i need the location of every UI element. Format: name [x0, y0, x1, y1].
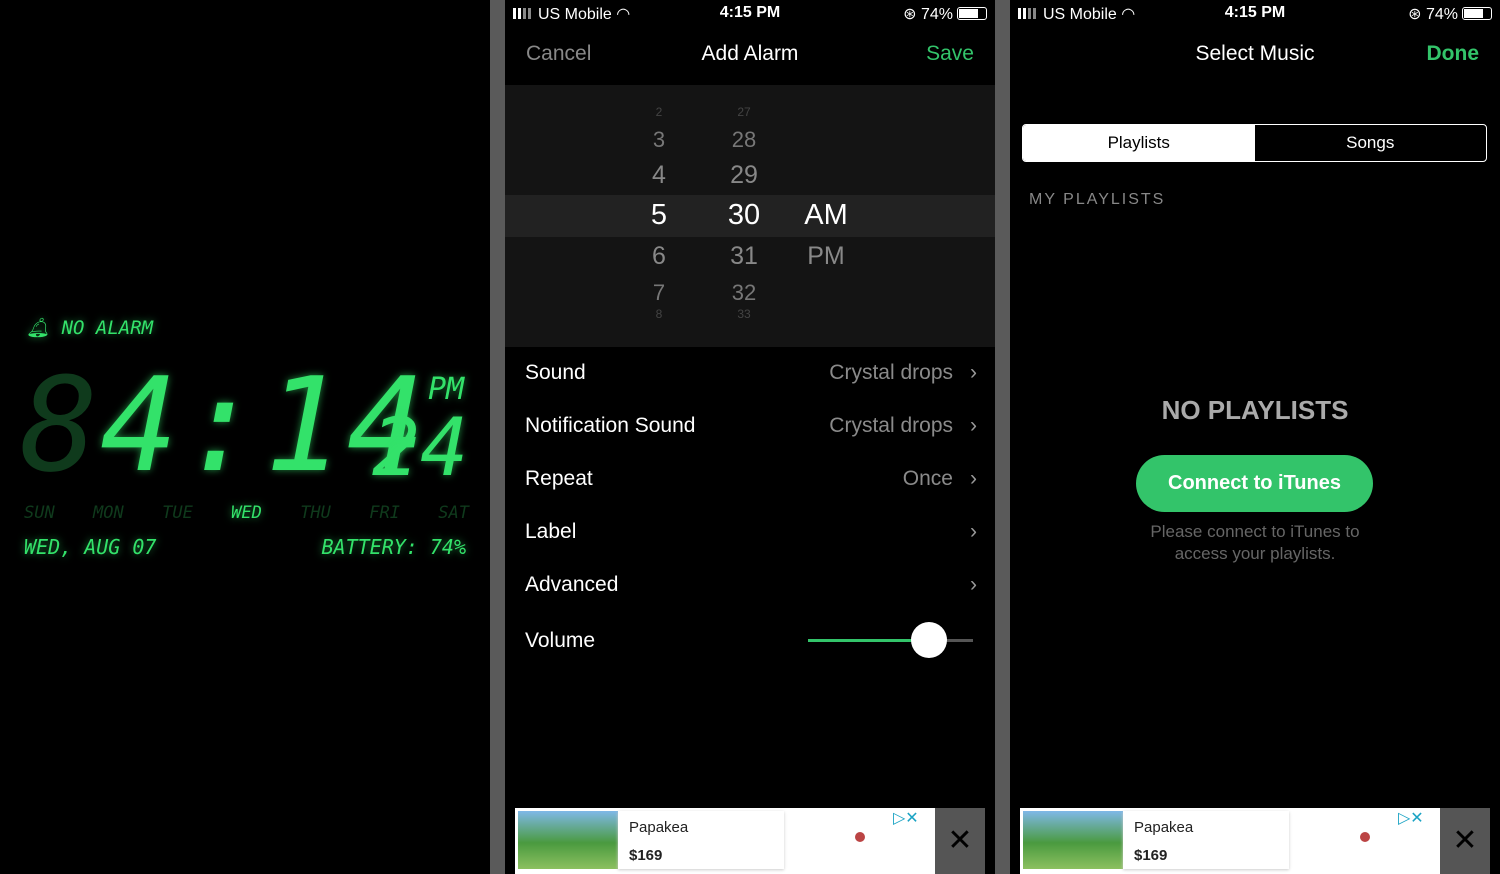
volume-label: Volume: [525, 629, 596, 652]
ad-image: [518, 811, 618, 869]
battery-percent: 74%: [1425, 6, 1458, 23]
close-ad-button[interactable]: ✕: [1440, 808, 1490, 874]
day-mon: MON: [93, 503, 124, 523]
ad-title: Papakea: [1134, 819, 1194, 836]
battery-icon: [1462, 7, 1492, 20]
add-alarm-screen: US Mobile ◠ 4:15 PM ⊛ 74% Cancel Add Ala…: [505, 0, 995, 874]
empty-hint: Please connect to iTunes to access your p…: [1150, 522, 1360, 563]
notification-sound-row[interactable]: Notification Sound Crystal drops ›: [525, 406, 977, 446]
save-button[interactable]: Save: [926, 42, 974, 66]
day-thu: THU: [300, 503, 331, 523]
ad-image: [1023, 811, 1123, 869]
empty-title: NO PLAYLISTS: [1161, 395, 1349, 425]
day-tue: TUE: [162, 503, 193, 523]
chevron-right-icon: ›: [970, 467, 977, 490]
repeat-row[interactable]: Repeat Once ›: [525, 459, 977, 499]
adchoices-icon[interactable]: ▷✕: [1398, 808, 1424, 828]
ad-logo: [1360, 832, 1370, 842]
connect-itunes-button[interactable]: Connect to iTunes: [1136, 455, 1373, 512]
alarm-status: 🔔︎ NO ALARM: [26, 317, 154, 339]
battery-percent: 74%: [920, 6, 953, 23]
time-picker[interactable]: 2 3 4 5 6 7 8 27 28 29 30 31 32 33 AM PM: [505, 85, 995, 347]
slider-knob[interactable]: [911, 622, 947, 658]
weekday-row: SUN MON TUE WED THU FRI SAT: [24, 503, 469, 523]
volume-slider[interactable]: [808, 622, 973, 658]
chevron-right-icon: ›: [970, 361, 977, 384]
select-music-screen: US Mobile ◠ 4:15 PM ⊛ 74% Select Music D…: [1010, 0, 1500, 874]
day-wed: WED: [231, 503, 262, 523]
ad-banner[interactable]: Papakea $169 ▷✕ ✕: [515, 808, 985, 874]
day-sun: SUN: [24, 503, 55, 523]
ad-title: Papakea: [629, 819, 689, 836]
tab-songs[interactable]: Songs: [1255, 125, 1487, 161]
ad-logo: [855, 832, 865, 842]
chevron-right-icon: ›: [970, 414, 977, 437]
bell-icon: 🔔︎: [26, 317, 51, 339]
adchoices-icon[interactable]: ▷✕: [893, 808, 919, 828]
ad-banner[interactable]: Papakea $169 ▷✕ ✕: [1020, 808, 1490, 874]
ad-price: $169: [1134, 847, 1168, 864]
status-bar: US Mobile ◠ 4:15 PM ⊛ 74%: [505, 4, 995, 24]
close-ad-button[interactable]: ✕: [935, 808, 985, 874]
rotation-lock-icon: ⊛: [903, 6, 917, 23]
section-header: MY PLAYLISTS: [1029, 191, 1166, 208]
segmented-control[interactable]: Playlists Songs: [1022, 124, 1487, 162]
sound-row[interactable]: Sound Crystal drops ›: [525, 353, 977, 393]
chevron-right-icon: ›: [970, 573, 977, 596]
page-title: Add Alarm: [701, 42, 799, 65]
status-bar: US Mobile ◠ 4:15 PM ⊛ 74%: [1010, 4, 1500, 24]
chevron-right-icon: ›: [970, 520, 977, 543]
clock-seconds: 24: [372, 401, 469, 494]
rotation-lock-icon: ⊛: [1408, 6, 1422, 23]
clock-battery: BATTERY: 74%: [321, 535, 467, 559]
ad-price: $169: [629, 847, 663, 864]
done-button[interactable]: Done: [1427, 42, 1480, 66]
label-row[interactable]: Label ›: [525, 512, 977, 552]
advanced-row[interactable]: Advanced ›: [525, 565, 977, 605]
clock-date: WED, AUG 07: [24, 535, 157, 559]
day-fri: FRI: [369, 503, 400, 523]
ghost-digit: 8: [20, 349, 99, 501]
tab-playlists[interactable]: Playlists: [1023, 125, 1255, 161]
clock-screen: 🔔︎ NO ALARM 8 4:14 PM 24 SUN MON TUE WED…: [0, 0, 490, 874]
battery-icon: [957, 7, 987, 20]
day-sat: SAT: [438, 503, 469, 523]
